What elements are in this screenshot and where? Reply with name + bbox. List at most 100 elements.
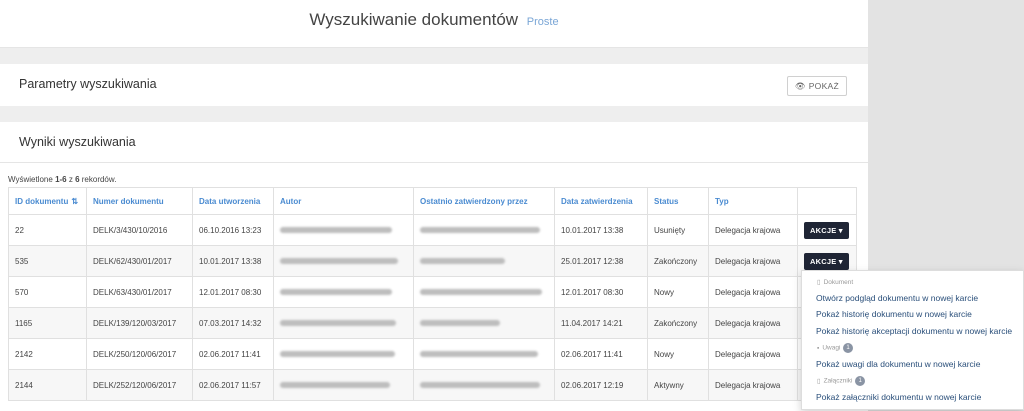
col-zatwierdzony-przez[interactable]: Ostatnio zatwierdzony przez	[413, 187, 555, 215]
menu-item-show-attachments[interactable]: Pokaż załączniki dokumentu w nowej karci…	[816, 392, 981, 402]
cell-numer: DELK/62/430/01/2017	[86, 245, 193, 277]
menu-header-uwagi-label: Uwagi	[822, 344, 841, 352]
table-header-row: ID dokumentu ⇅ Numer dokumentu Data utwor…	[8, 187, 857, 215]
caret-down-icon: ▾	[838, 256, 843, 266]
cell-numer: DELK/252/120/06/2017	[86, 369, 193, 401]
cell-autor-redacted	[273, 307, 414, 339]
cell-data-utworzenia: 12.01.2017 08:30	[192, 276, 274, 308]
cell-id: 2144	[8, 369, 87, 401]
cell-zatwierdzajacy-redacted	[413, 307, 555, 339]
table-row: 2142 DELK/250/120/06/2017 02.06.2017 11:…	[8, 338, 857, 370]
cell-data-zatwierdzenia: 02.06.2017 11:41	[554, 338, 648, 370]
menu-header-zalaczniki: ▯ Załączniki 1	[817, 376, 865, 386]
cell-status: Usunięty	[647, 214, 709, 246]
cell-status: Zakończony	[647, 245, 709, 277]
caret-down-icon: ▾	[838, 225, 843, 235]
cell-id: 535	[8, 245, 87, 277]
page-header: Wyszukiwanie dokumentów Proste	[0, 0, 868, 48]
menu-header-zalaczniki-label: Załączniki	[823, 377, 853, 385]
cell-data-zatwierdzenia: 11.04.2017 14:21	[554, 307, 648, 339]
cell-typ: Delegacja krajowa	[708, 276, 798, 308]
col-id[interactable]: ID dokumentu ⇅	[8, 187, 87, 215]
page-title: Wyszukiwanie dokumentów Proste	[0, 10, 868, 30]
eye-icon: 👁	[794, 81, 807, 91]
sort-numeric-icon[interactable]: ⇅	[71, 197, 78, 206]
show-params-button[interactable]: 👁 POKAŻ	[786, 76, 847, 96]
cell-data-utworzenia: 10.01.2017 13:38	[192, 245, 274, 277]
col-autor[interactable]: Autor	[273, 187, 414, 215]
cell-id: 1165	[8, 307, 87, 339]
cell-status: Nowy	[647, 338, 709, 370]
col-akcje	[797, 187, 857, 215]
cell-typ: Delegacja krajowa	[708, 338, 798, 370]
menu-header-dokument: ▯ Dokument	[817, 278, 853, 286]
cell-zatwierdzajacy-redacted	[413, 245, 555, 277]
cell-autor-redacted	[273, 338, 414, 370]
menu-item-show-history[interactable]: Pokaż historię dokumentu w nowej karcie	[816, 309, 972, 319]
cell-autor-redacted	[273, 369, 414, 401]
actions-label: AKCJE	[810, 225, 837, 235]
menu-item-open-preview[interactable]: Otwórz podgląd dokumentu w nowej karcie	[816, 293, 978, 303]
notes-count-badge: 1	[843, 343, 853, 353]
cell-zatwierdzajacy-redacted	[413, 338, 555, 370]
cell-data-zatwierdzenia: 10.01.2017 13:38	[554, 214, 648, 246]
search-mode-link[interactable]: Proste	[527, 16, 559, 28]
cell-numer: DELK/63/430/01/2017	[86, 276, 193, 308]
cell-typ: Delegacja krajowa	[708, 369, 798, 401]
menu-item-show-accept-history[interactable]: Pokaż historię akceptacji dokumentu w no…	[816, 326, 1012, 336]
cell-numer: DELK/3/430/10/2016	[86, 214, 193, 246]
record-count: Wyświetlone 1-6 z 6 rekordów.	[8, 175, 116, 184]
cell-numer: DELK/139/120/03/2017	[86, 307, 193, 339]
search-results-panel: Wyniki wyszukiwania Wyświetlone 1-6 z 6 …	[0, 122, 868, 411]
actions-button[interactable]: AKCJE ▾	[804, 252, 849, 270]
search-results-title: Wyniki wyszukiwania	[19, 135, 136, 149]
table-row: 570 DELK/63/430/01/2017 12.01.2017 08:30…	[8, 276, 857, 308]
col-data-zatwierdzenia[interactable]: Data zatwierdzenia	[554, 187, 648, 215]
cell-data-utworzenia: 06.10.2016 13:23	[192, 214, 274, 246]
search-params-title: Parametry wyszukiwania	[19, 77, 157, 91]
cell-typ: Delegacja krajowa	[708, 214, 798, 246]
count-suffix: rekordów.	[79, 175, 117, 184]
col-typ[interactable]: Typ	[708, 187, 798, 215]
search-params-panel: Parametry wyszukiwania 👁 POKAŻ	[0, 64, 868, 106]
cell-data-zatwierdzenia: 25.01.2017 12:38	[554, 245, 648, 277]
results-table: ID dokumentu ⇅ Numer dokumentu Data utwor…	[8, 187, 857, 401]
count-prefix: Wyświetlone	[8, 175, 56, 184]
cell-data-zatwierdzenia: 02.06.2017 12:19	[554, 369, 648, 401]
table-row: 535 DELK/62/430/01/2017 10.01.2017 13:38…	[8, 245, 857, 277]
menu-item-show-notes[interactable]: Pokaż uwagi dla dokumentu w nowej karcie	[816, 359, 980, 369]
col-numer[interactable]: Numer dokumentu	[86, 187, 193, 215]
cell-typ: Delegacja krajowa	[708, 245, 798, 277]
table-row: 22 DELK/3/430/10/2016 06.10.2016 13:23 1…	[8, 214, 857, 246]
count-mid: z	[66, 175, 76, 184]
table-row: 1165 DELK/139/120/03/2017 07.03.2017 14:…	[8, 307, 857, 339]
cell-id: 22	[8, 214, 87, 246]
actions-button[interactable]: AKCJE ▾	[804, 221, 849, 239]
col-status[interactable]: Status	[647, 187, 709, 215]
cell-numer: DELK/250/120/06/2017	[86, 338, 193, 370]
cell-typ: Delegacja krajowa	[708, 307, 798, 339]
cell-data-zatwierdzenia: 12.01.2017 08:30	[554, 276, 648, 308]
cell-id: 570	[8, 276, 87, 308]
cell-zatwierdzajacy-redacted	[413, 369, 555, 401]
divider	[0, 162, 868, 163]
count-range: 1-6	[55, 175, 67, 184]
cell-zatwierdzajacy-redacted	[413, 214, 555, 246]
main-area: Wyszukiwanie dokumentów Proste Parametry…	[0, 0, 868, 411]
cell-data-utworzenia: 02.06.2017 11:41	[192, 338, 274, 370]
file-icon: ▯	[817, 279, 821, 286]
col-id-label: ID dokumentu	[15, 196, 69, 206]
page-title-text: Wyszukiwanie dokumentów	[309, 10, 519, 29]
menu-header-uwagi: ▪ Uwagi 1	[817, 343, 853, 353]
cell-data-utworzenia: 07.03.2017 14:32	[192, 307, 274, 339]
show-params-label: POKAŻ	[808, 81, 839, 91]
cell-status: Zakończony	[647, 307, 709, 339]
cell-zatwierdzajacy-redacted	[413, 276, 555, 308]
comment-icon: ▪	[817, 344, 820, 352]
cell-autor-redacted	[273, 214, 414, 246]
table-row: 2144 DELK/252/120/06/2017 02.06.2017 11:…	[8, 369, 857, 401]
actions-label: AKCJE	[810, 256, 837, 266]
cell-id: 2142	[8, 338, 87, 370]
menu-header-dokument-label: Dokument	[823, 279, 854, 286]
col-data-utworzenia[interactable]: Data utworzenia	[192, 187, 274, 215]
